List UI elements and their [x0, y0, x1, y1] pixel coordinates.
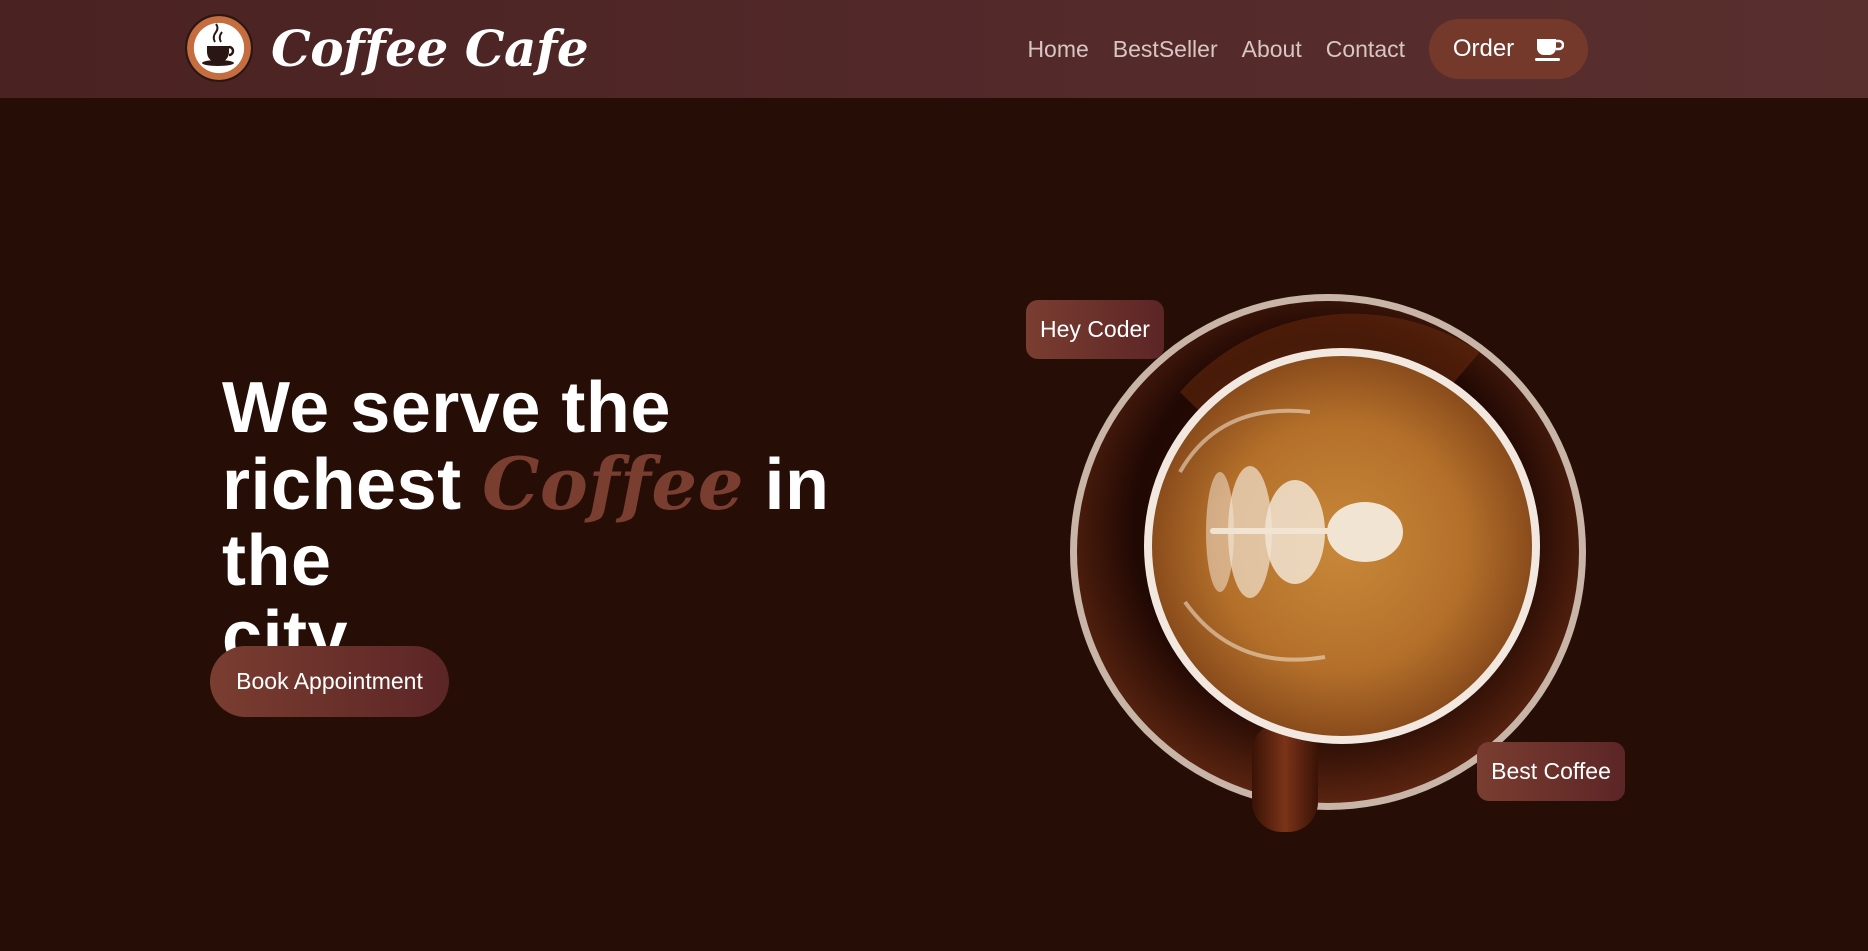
hero-line-2-start: richest [222, 445, 483, 525]
hero-accent-word: Coffee [482, 441, 745, 526]
brand-name: Coffee Cafe [271, 18, 589, 78]
navbar: Coffee Cafe Home BestSeller About Contac… [0, 0, 1868, 98]
order-button[interactable]: Order [1429, 19, 1588, 79]
brand[interactable]: Coffee Cafe [185, 14, 589, 82]
nav-link-about[interactable]: About [1242, 36, 1302, 63]
nav-link-bestseller[interactable]: BestSeller [1113, 36, 1218, 63]
nav-link-home[interactable]: Home [1027, 36, 1088, 63]
order-button-label: Order [1452, 35, 1515, 62]
hero-line-1: We serve the [222, 368, 671, 448]
nav-link-contact[interactable]: Contact [1326, 36, 1405, 63]
hero-title: We serve the richest Coffee in the city [222, 370, 942, 675]
coffee-cup-icon [1535, 39, 1565, 61]
best-coffee-badge: Best Coffee [1477, 742, 1625, 801]
hey-coder-badge: Hey Coder [1026, 300, 1164, 359]
nav-links: Home BestSeller About Contact Order [1003, 0, 1588, 98]
coffee-cup-logo-icon [185, 14, 253, 82]
book-appointment-button[interactable]: Book Appointment [210, 646, 449, 717]
